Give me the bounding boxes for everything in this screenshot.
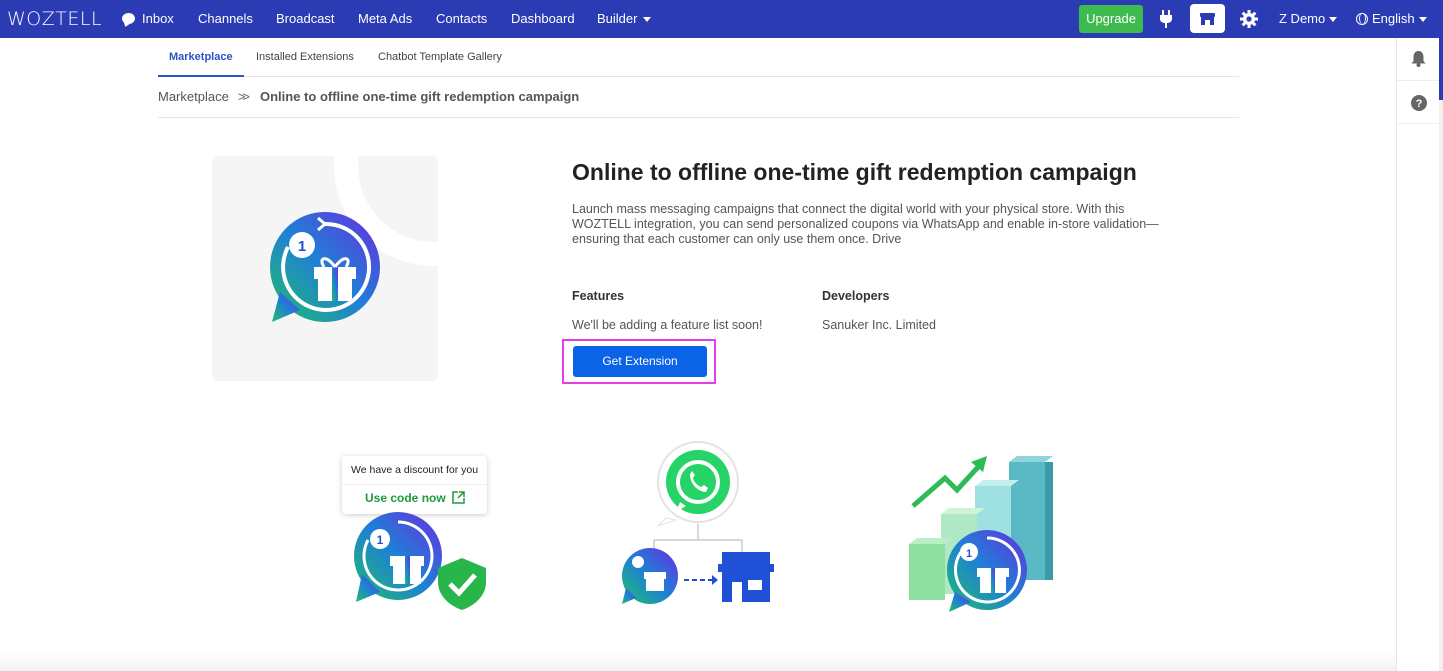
user-name: Z Demo — [1279, 11, 1326, 26]
nav-inbox[interactable]: Inbox — [122, 0, 174, 38]
tab-marketplace[interactable]: Marketplace — [158, 38, 244, 77]
svg-text:1: 1 — [966, 548, 972, 560]
chat-bubble-icon — [122, 13, 135, 24]
marketplace-store-button[interactable] — [1190, 4, 1225, 33]
chevron-down-icon — [643, 17, 652, 23]
globe-icon — [1356, 13, 1368, 25]
nav-broadcast[interactable]: Broadcast — [276, 0, 335, 38]
gear-icon[interactable] — [1240, 10, 1258, 28]
developers-heading: Developers — [822, 289, 890, 303]
chevron-down-icon — [1329, 17, 1338, 23]
extension-hero-image: 1 — [212, 156, 438, 381]
get-extension-button[interactable]: Get Extension — [573, 346, 707, 377]
extension-title: Online to offline one-time gift redempti… — [572, 159, 1137, 185]
nav-channels[interactable]: Channels — [198, 0, 253, 38]
language-menu[interactable]: English — [1356, 0, 1427, 38]
nav-dashboard[interactable]: Dashboard — [511, 0, 575, 38]
top-navbar: WOZTELL Inbox Channels Broadcast Meta Ad… — [0, 0, 1443, 38]
features-text: We'll be adding a feature list soon! — [572, 318, 763, 332]
gift-redemption-logo-icon: 1 — [270, 212, 380, 322]
chevron-down-icon — [1418, 17, 1427, 23]
breadcrumb-marketplace[interactable]: Marketplace — [158, 89, 229, 104]
extension-description: Launch mass messaging campaigns that con… — [572, 202, 1159, 246]
store-icon — [1200, 13, 1215, 25]
tab-chatbot-template-gallery[interactable]: Chatbot Template Gallery — [378, 38, 502, 77]
breadcrumb: Marketplace >> Online to offline one-time … — [158, 77, 1239, 118]
breadcrumb-separator-icon: >> — [237, 89, 250, 104]
notifications-button[interactable] — [1397, 38, 1439, 81]
breadcrumb-current: Online to offline one-time gift redempti… — [260, 89, 580, 104]
svg-text:?: ? — [1416, 98, 1423, 110]
coupon-message-text: We have a discount for you — [351, 464, 479, 476]
svg-text:1: 1 — [377, 533, 384, 547]
svg-text:1: 1 — [298, 238, 306, 255]
upgrade-button[interactable]: Upgrade — [1079, 5, 1143, 33]
help-button[interactable]: ? — [1397, 81, 1439, 124]
user-menu[interactable]: Z Demo — [1279, 0, 1338, 38]
nav-meta-ads[interactable]: Meta Ads — [358, 0, 412, 38]
nav-builder[interactable]: Builder — [597, 0, 652, 38]
scrollbar-thumb[interactable] — [1439, 38, 1443, 100]
nav-inbox-label: Inbox — [142, 11, 174, 26]
help-icon: ? — [1411, 95, 1427, 111]
scrollbar[interactable] — [1439, 38, 1443, 671]
subtabs: Marketplace Installed Extensions Chatbot… — [158, 38, 1239, 77]
coupon-message-card: We have a discount for you Use code now — [342, 456, 487, 514]
side-rail: ? — [1396, 38, 1439, 671]
growth-chart-illustration: 1 — [909, 456, 1053, 612]
nav-builder-label: Builder — [597, 11, 638, 26]
tab-installed-extensions[interactable]: Installed Extensions — [256, 38, 354, 77]
use-code-link: Use code now — [365, 491, 446, 505]
divider — [342, 484, 487, 485]
gift-verified-illustration: 1 — [354, 512, 486, 610]
developers-text: Sanuker Inc. Limited — [822, 318, 936, 332]
whatsapp-to-store-illustration — [622, 441, 774, 604]
external-link-icon — [452, 491, 465, 504]
get-extension-highlight: Get Extension — [562, 339, 716, 384]
nav-contacts[interactable]: Contacts — [436, 0, 487, 38]
plug-icon[interactable] — [1159, 10, 1173, 28]
language-label: English — [1372, 11, 1415, 26]
bell-icon — [1411, 51, 1426, 67]
page-bottom-fade — [0, 651, 1396, 671]
woztell-logo[interactable]: WOZTELL — [7, 8, 102, 30]
features-heading: Features — [572, 289, 625, 303]
